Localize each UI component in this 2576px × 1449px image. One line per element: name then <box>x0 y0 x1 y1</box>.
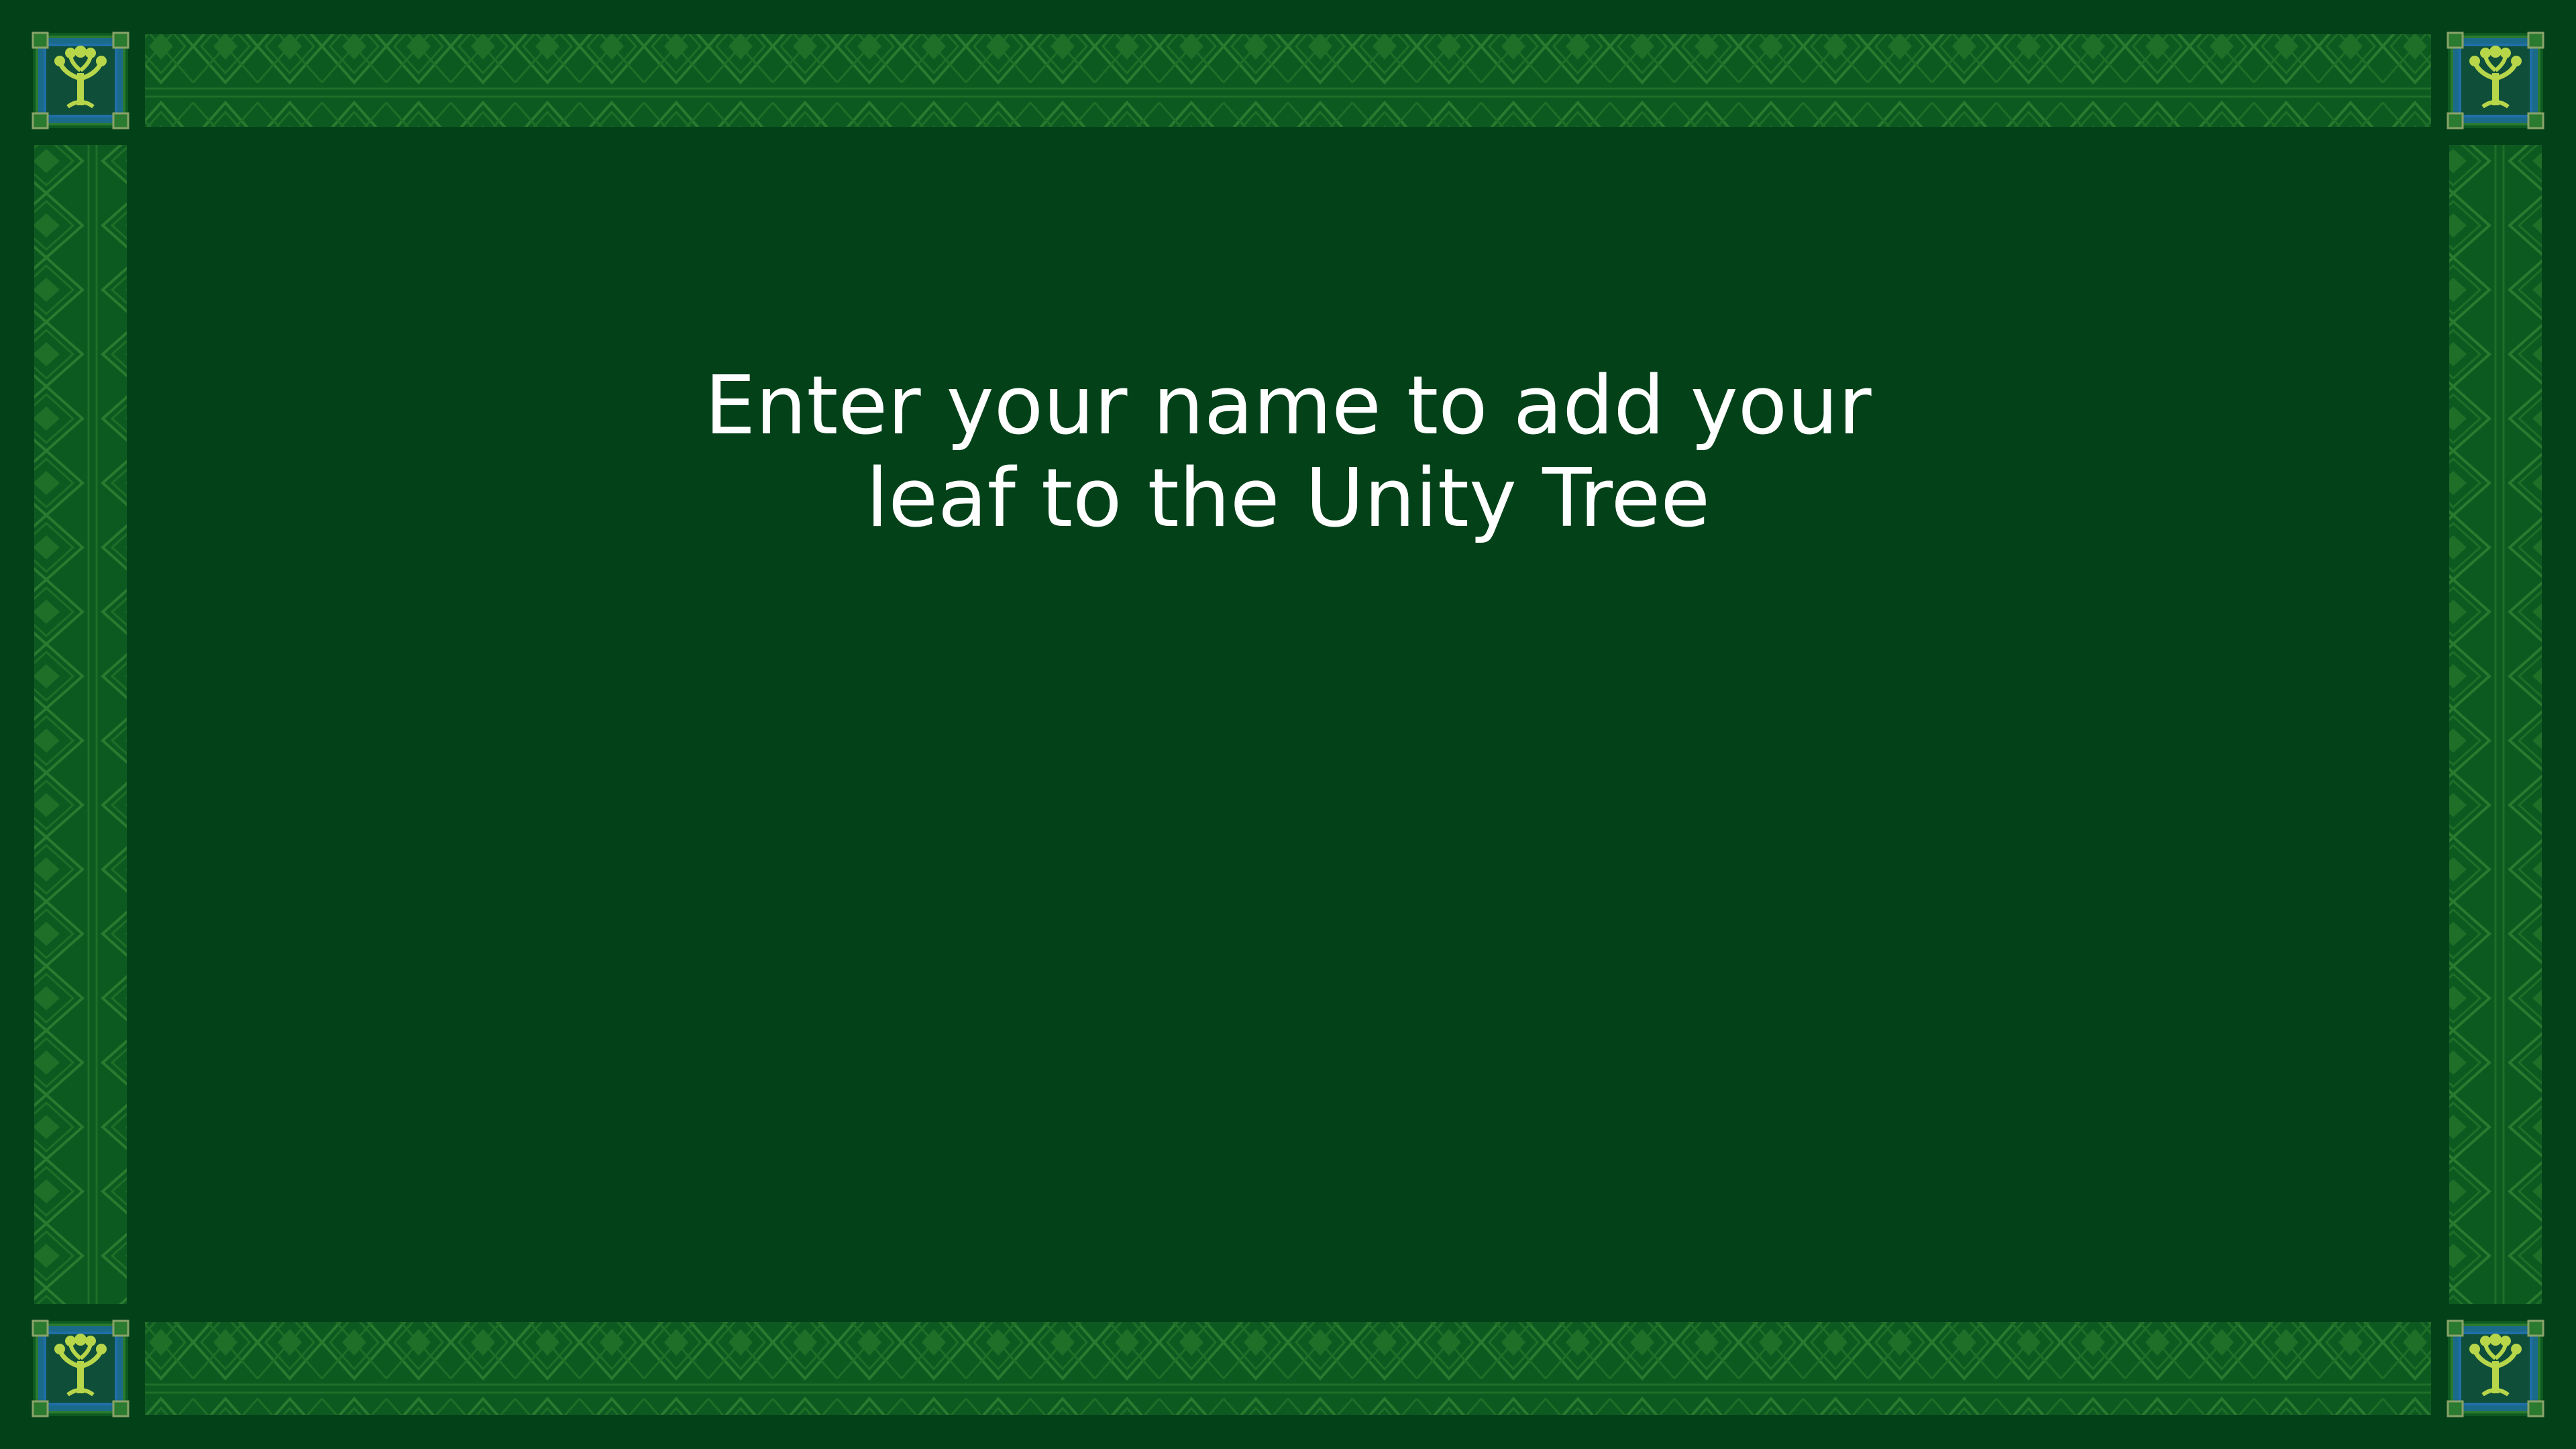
name-entry-prompt: Enter your name to add your leaf to the … <box>0 360 2576 545</box>
right-border-band <box>2449 145 2542 1304</box>
unity-tree-emblem-icon <box>33 33 128 128</box>
left-border-band <box>34 145 127 1304</box>
prompt-line-2: leaf to the Unity Tree <box>865 452 1711 545</box>
unity-tree-emblem-icon <box>2448 33 2543 128</box>
top-border-band <box>145 34 2431 127</box>
decorative-border <box>0 0 2576 1449</box>
bottom-border-band <box>145 1322 2431 1415</box>
unity-tree-name-entry-screen: Enter your name to add your leaf to the … <box>0 0 2576 1449</box>
unity-tree-emblem-icon <box>33 1321 128 1416</box>
prompt-line-1: Enter your name to add your <box>704 360 1872 453</box>
unity-tree-emblem-icon <box>2448 1321 2543 1416</box>
